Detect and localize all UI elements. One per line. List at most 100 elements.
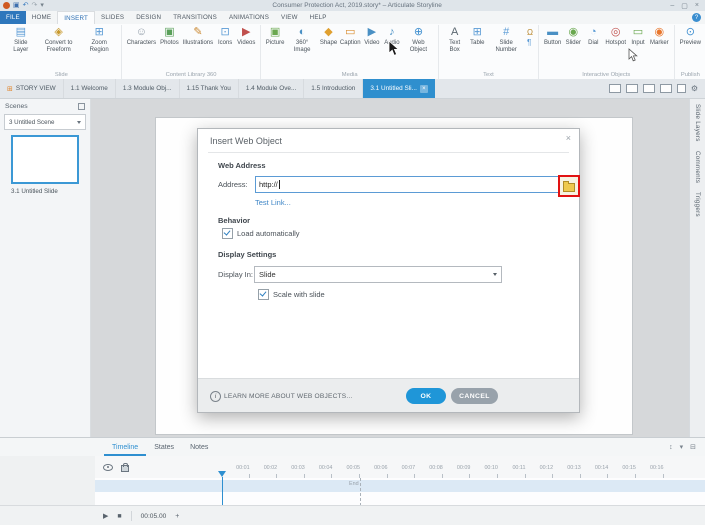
- ruler-tick: 00:12: [526, 456, 553, 478]
- ribbon-button[interactable]: ◉ Marker: [650, 25, 669, 47]
- scene-selector-dropdown[interactable]: 3 Untitled Scene: [4, 114, 86, 130]
- ribbon-button[interactable]: ▣ Photos: [160, 25, 179, 47]
- ribbon-button[interactable]: ▭ Input: [630, 25, 646, 47]
- image-360-icon: ◐: [298, 26, 306, 38]
- display-in-dropdown[interactable]: Slide: [254, 266, 502, 283]
- ribbon-button[interactable]: ▤ Slide Layer: [7, 25, 35, 54]
- undo-icon[interactable]: ↶: [23, 2, 29, 9]
- visibility-column-icon[interactable]: [103, 463, 113, 471]
- hotspot-icon: ◎: [610, 26, 621, 38]
- ribbon-button[interactable]: ⊙ Preview: [680, 25, 701, 47]
- slide-tab-active[interactable]: 3.1 Untitled Sli... ×: [363, 79, 435, 98]
- ribbon-button[interactable]: ◆ Shape: [320, 25, 337, 47]
- dialog-close-icon[interactable]: ×: [566, 133, 571, 143]
- slide-tab[interactable]: 1.5 Introduction: [304, 79, 364, 98]
- view-mode-icon[interactable]: [659, 84, 672, 93]
- ribbon-tab[interactable]: HELP: [304, 11, 333, 24]
- test-link[interactable]: Test Link...: [255, 198, 291, 207]
- timeline-tracks[interactable]: End: [95, 478, 705, 506]
- browse-folder-icon[interactable]: [563, 180, 575, 192]
- ribbon-tab[interactable]: HOME: [26, 11, 57, 24]
- timeline-ruler[interactable]: 00:01 00:02 00:03 00:04 00:05 00:06 00:0…: [222, 456, 705, 479]
- chevron-down-icon: [493, 273, 497, 276]
- timeline-tab[interactable]: States: [146, 438, 182, 456]
- ribbon-tab[interactable]: DESIGN: [130, 11, 167, 24]
- address-input[interactable]: http://: [255, 176, 560, 193]
- ribbon-button[interactable]: ⊞ Zoom Region: [83, 25, 116, 54]
- ribbon-group-interactive-objects: ▬ Button ◉ Slider ◔ Dial ◎ Hotspot ▭ Inp…: [539, 25, 675, 80]
- window-controls: – ▢ ×: [670, 2, 705, 10]
- gear-icon[interactable]: ⚙: [691, 84, 698, 93]
- scale-with-slide-checkbox[interactable]: [258, 289, 269, 300]
- view-mode-icon[interactable]: [625, 84, 638, 93]
- slide-tab[interactable]: 1.3 Module Obj...: [116, 79, 180, 98]
- side-panel-tab[interactable]: Slide Layers: [694, 104, 701, 142]
- dialog-footer: i LEARN MORE ABOUT WEB OBJECTS... OK CAN…: [198, 378, 579, 412]
- ribbon-tab[interactable]: INSERT: [57, 11, 96, 24]
- timeline-tab[interactable]: Timeline: [104, 438, 146, 456]
- view-m-icon[interactable]: [642, 84, 655, 93]
- timeline-scroll-icon[interactable]: ↕: [669, 444, 673, 451]
- maximize-button[interactable]: ▢: [681, 2, 688, 10]
- ribbon-button[interactable]: ⊞ Table: [469, 25, 485, 47]
- minimize-button[interactable]: –: [670, 2, 674, 9]
- end-marker-line[interactable]: [360, 478, 361, 506]
- ribbon-tab[interactable]: FILE: [0, 11, 26, 24]
- timeline-collapse-icon[interactable]: ⊟: [690, 443, 696, 451]
- ribbon-button[interactable]: ◐ 360° Image: [288, 25, 317, 54]
- load-automatically-checkbox[interactable]: [222, 228, 233, 239]
- panel-toggle-icon[interactable]: [676, 84, 686, 93]
- timeline-tab[interactable]: Notes: [182, 438, 216, 456]
- cancel-button[interactable]: CANCEL: [451, 388, 498, 404]
- ribbon-button[interactable]: ▶ Videos: [237, 25, 255, 47]
- tab-close-icon[interactable]: ×: [419, 84, 428, 93]
- ribbon-button[interactable]: ☺ Characters: [127, 25, 156, 47]
- ribbon-button[interactable]: A Text Box: [444, 25, 465, 54]
- view-mode-icon[interactable]: [608, 84, 621, 93]
- side-panel-tab[interactable]: Comments: [694, 151, 701, 183]
- ribbon-button[interactable]: ◔ Dial: [585, 25, 601, 47]
- timeline-panel: Timeline States Notes ↕ ▾ ⊟ 00:01 00:02 …: [0, 437, 705, 525]
- help-icon[interactable]: ?: [692, 13, 701, 22]
- ribbon-button[interactable]: ▭ Caption: [340, 25, 361, 47]
- ribbon-tab[interactable]: SLIDES: [95, 11, 130, 24]
- ribbon-button[interactable]: ▶ Video: [364, 25, 380, 47]
- story-view-icon: ⊞: [7, 85, 13, 93]
- save-icon[interactable]: ▣: [13, 2, 20, 9]
- side-panel-tab[interactable]: Triggers: [694, 192, 701, 217]
- video-icon: ▶: [367, 26, 377, 38]
- ok-button[interactable]: OK: [406, 388, 446, 404]
- ribbon-button[interactable]: ✎ Illustrations: [183, 25, 213, 47]
- symbol-icon[interactable]: Ω: [527, 28, 533, 37]
- app-logo-icon: [3, 2, 10, 9]
- tab-story-view[interactable]: ⊞ STORY VIEW: [0, 79, 64, 98]
- redo-icon[interactable]: ↷: [32, 2, 38, 9]
- ribbon-tab-row: FILE HOME INSERT SLIDES DESIGN TRANSITIO…: [0, 11, 705, 25]
- ribbon-button[interactable]: ◈ Convert to Freeform: [39, 25, 79, 54]
- lock-column-icon[interactable]: [121, 462, 129, 472]
- slide-thumbnail[interactable]: [11, 135, 79, 184]
- stop-button[interactable]: ■: [117, 513, 121, 520]
- ribbon-button[interactable]: ◉ Slider: [565, 25, 581, 47]
- ribbon-button[interactable]: ⊡ Icons: [217, 25, 233, 47]
- ribbon-button[interactable]: # Slide Number: [489, 25, 523, 54]
- ribbon-tab[interactable]: ANIMATIONS: [223, 11, 275, 24]
- close-button[interactable]: ×: [695, 2, 699, 9]
- learn-more-link[interactable]: LEARN MORE ABOUT WEB OBJECTS...: [224, 393, 352, 400]
- reference-icon[interactable]: ¶: [527, 38, 533, 47]
- slide-tab[interactable]: 1.4 Module Ove...: [239, 79, 305, 98]
- timeline-menu-icon[interactable]: ▾: [680, 443, 684, 451]
- zoom-in-icon[interactable]: +: [175, 513, 179, 520]
- ribbon-button[interactable]: ▬ Button: [544, 25, 561, 47]
- text-caret: [278, 180, 280, 189]
- pin-icon[interactable]: [78, 103, 85, 110]
- slide-tab[interactable]: 1.1 Welcome: [64, 79, 116, 98]
- slide-tab[interactable]: 1.15 Thank You: [180, 79, 239, 98]
- ribbon-button[interactable]: ◎ Hotspot: [605, 25, 626, 47]
- preview-icon: ⊙: [685, 26, 695, 38]
- play-button[interactable]: ▶: [103, 512, 108, 520]
- ribbon-tab[interactable]: VIEW: [275, 11, 304, 24]
- ribbon-button[interactable]: ▣ Picture: [266, 25, 285, 47]
- ribbon-tab[interactable]: TRANSITIONS: [167, 11, 223, 24]
- ribbon-button[interactable]: ⊕ Web Object: [404, 25, 433, 54]
